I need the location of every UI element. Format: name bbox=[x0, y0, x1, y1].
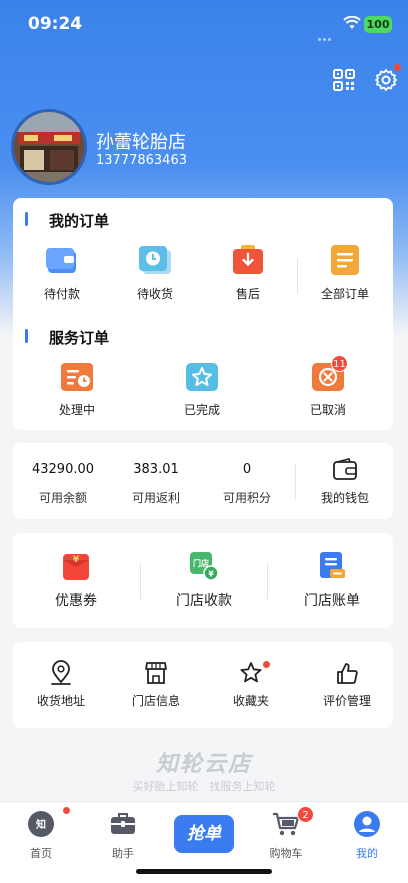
grab-order-button[interactable]: 抢单 bbox=[174, 815, 234, 853]
order-pending-receipt-label: 待收货 bbox=[136, 287, 173, 301]
store-info-button[interactable]: 门店信息 bbox=[122, 660, 190, 710]
service-completed[interactable]: 已完成 bbox=[171, 361, 233, 419]
service-orders-title: 服务订单 bbox=[49, 329, 110, 347]
order-pending-receipt[interactable]: 待收货 bbox=[124, 245, 186, 303]
divider bbox=[295, 463, 296, 499]
status-bar: 09:24 100 bbox=[0, 0, 408, 50]
tab-home-label: 首页 bbox=[30, 847, 52, 860]
shipping-address-label: 收货地址 bbox=[36, 694, 85, 708]
order-after-sale[interactable]: 售后 bbox=[217, 245, 279, 303]
cancelled-count-badge: 11 bbox=[331, 355, 348, 372]
cart-count-badge: 2 bbox=[297, 806, 314, 823]
service-processing-label: 处理中 bbox=[58, 403, 95, 417]
shipping-address-button[interactable]: 收货地址 bbox=[27, 660, 95, 710]
service-cancelled[interactable]: 已取消 bbox=[297, 361, 359, 419]
wallet-icon bbox=[46, 248, 76, 273]
coupon-label: 优惠券 bbox=[55, 593, 97, 609]
service-processing[interactable]: 处理中 bbox=[46, 361, 108, 419]
svg-text:¥: ¥ bbox=[73, 555, 80, 565]
wallet-outline-icon bbox=[333, 458, 357, 480]
brand-slogan: 买好胎上知轮 找服务上知轮 bbox=[132, 780, 276, 793]
settings-gear-icon[interactable] bbox=[374, 68, 398, 92]
order-all-label: 全部订单 bbox=[320, 287, 369, 301]
svg-text:¥: ¥ bbox=[208, 570, 214, 579]
svg-text:知: 知 bbox=[35, 818, 46, 831]
signal-icon bbox=[318, 26, 336, 41]
clock-icon bbox=[139, 246, 171, 274]
thumbs-up-icon bbox=[337, 663, 358, 684]
tab-home[interactable]: 知 首页 bbox=[11, 809, 71, 861]
user-profile-icon bbox=[354, 811, 380, 837]
brand-logo: 知轮云店 bbox=[155, 752, 252, 777]
store-bill-label: 门店账单 bbox=[304, 593, 360, 609]
order-pending-payment-label: 待付款 bbox=[43, 287, 80, 301]
coupon-icon: ¥ bbox=[63, 554, 89, 580]
qr-code-icon[interactable] bbox=[332, 68, 356, 92]
location-icon bbox=[51, 660, 71, 685]
home-indicator bbox=[136, 869, 272, 874]
store-bill-button[interactable]: 门店账单 bbox=[295, 550, 369, 614]
storefront-photo bbox=[14, 112, 84, 182]
review-management-label: 评价管理 bbox=[322, 694, 371, 708]
my-orders-title: 我的订单 bbox=[49, 212, 110, 230]
tab-assistant-label: 助手 bbox=[112, 847, 134, 860]
tab-mine[interactable]: 我的 bbox=[337, 809, 397, 861]
divider bbox=[267, 563, 268, 599]
store-payment-icon: 门店 ¥ bbox=[190, 552, 219, 581]
service-cancelled-label: 已取消 bbox=[309, 403, 346, 417]
status-time: 09:24 bbox=[28, 14, 83, 34]
coupon-button[interactable]: ¥ 优惠券 bbox=[40, 550, 112, 614]
divider bbox=[297, 258, 298, 294]
balance-value[interactable]: 43290.00 bbox=[23, 462, 103, 477]
points-value[interactable]: 0 bbox=[207, 462, 287, 477]
section-marker bbox=[25, 212, 28, 226]
store-payment-button[interactable]: 门店 ¥ 门店收款 bbox=[167, 550, 241, 614]
balance-label: 可用余额 bbox=[38, 491, 87, 505]
rebate-label: 可用返利 bbox=[131, 491, 180, 505]
tab-mine-label: 我的 bbox=[356, 847, 378, 860]
wifi-icon bbox=[343, 16, 361, 29]
svg-text:门店: 门店 bbox=[193, 558, 209, 568]
document-list-icon bbox=[331, 245, 359, 275]
points-label: 可用积分 bbox=[222, 491, 271, 505]
rebate-value[interactable]: 383.01 bbox=[116, 462, 196, 477]
processing-icon bbox=[61, 363, 93, 391]
store-payment-label: 门店收款 bbox=[176, 593, 232, 609]
battery-indicator: 100 bbox=[364, 16, 392, 33]
shop-phone: 13777863463 bbox=[96, 153, 187, 168]
star-icon bbox=[186, 363, 218, 391]
my-wallet-label: 我的钱包 bbox=[320, 491, 369, 505]
tab-cart-label: 购物车 bbox=[269, 847, 303, 860]
shop-avatar[interactable] bbox=[11, 109, 87, 185]
order-after-sale-label: 售后 bbox=[235, 287, 260, 301]
order-pending-payment[interactable]: 待付款 bbox=[31, 245, 93, 303]
divider bbox=[140, 563, 141, 599]
home-logo-icon: 知 bbox=[28, 811, 54, 837]
store-info-label: 门店信息 bbox=[131, 694, 180, 708]
shop-name[interactable]: 孙蕾轮胎店 bbox=[96, 128, 186, 154]
settings-notification-dot bbox=[394, 64, 401, 71]
order-all[interactable]: 全部订单 bbox=[313, 245, 377, 303]
section-marker bbox=[25, 329, 28, 343]
favorites-button[interactable]: 收藏夹 bbox=[217, 660, 285, 710]
favorites-notification-dot bbox=[263, 661, 270, 668]
store-icon bbox=[145, 662, 167, 684]
review-management-button[interactable]: 评价管理 bbox=[312, 660, 382, 710]
my-wallet-button[interactable]: 我的钱包 bbox=[310, 458, 380, 508]
briefcase-icon bbox=[111, 813, 135, 834]
favorites-label: 收藏夹 bbox=[232, 694, 269, 708]
favorite-star-icon bbox=[240, 662, 262, 683]
service-completed-label: 已完成 bbox=[183, 403, 220, 417]
bill-icon bbox=[320, 552, 345, 578]
home-notification-dot bbox=[63, 807, 70, 814]
after-sale-icon bbox=[233, 245, 263, 274]
tab-assistant[interactable]: 助手 bbox=[93, 809, 153, 861]
